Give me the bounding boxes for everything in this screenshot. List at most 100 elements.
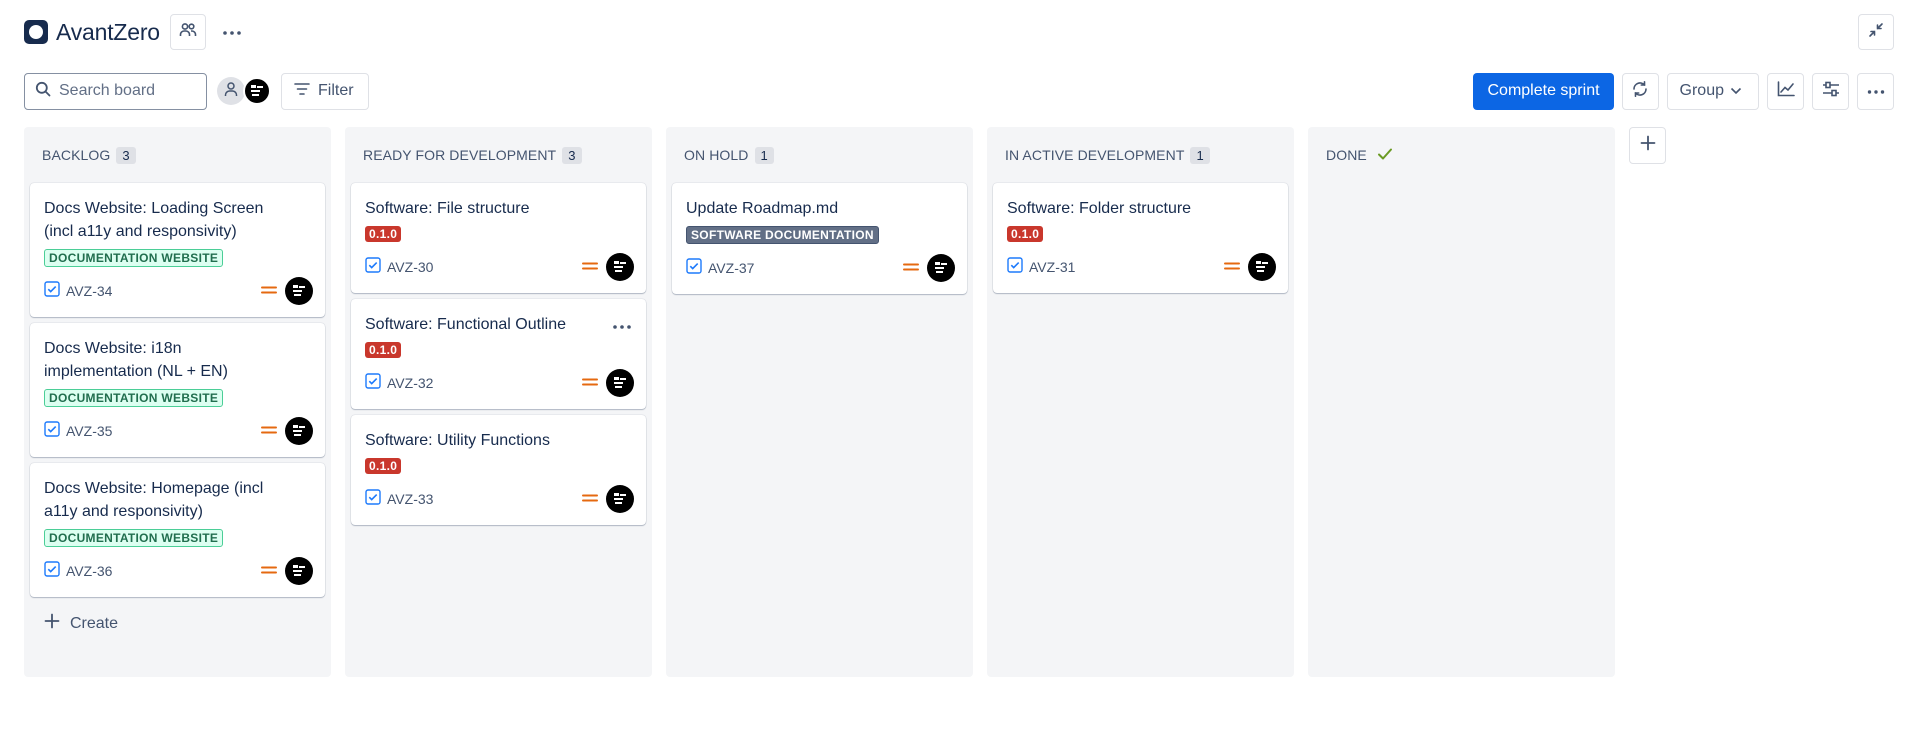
filter-label: Filter	[318, 82, 354, 99]
version-lozenge: 0.1.0	[365, 226, 402, 242]
issue-summary: Software: File structure	[365, 200, 530, 217]
issue-card[interactable]: Docs Website: i18n implementation (NL + …	[30, 323, 325, 457]
people-button[interactable]	[169, 14, 206, 50]
priority-medium-icon	[261, 422, 277, 440]
filter-button[interactable]: Filter	[281, 72, 369, 110]
filter-icon	[294, 82, 310, 101]
issue-count-badge: 1	[754, 146, 774, 164]
issue-key[interactable]: AVZ-33	[387, 491, 433, 507]
assignee-avatar[interactable]	[927, 254, 955, 282]
assignee-avatar[interactable]	[606, 253, 634, 281]
more-actions-button[interactable]	[214, 14, 250, 50]
board-toolbar: Filter Complete sprint Group	[24, 72, 1894, 110]
view-settings-button[interactable]	[1812, 72, 1849, 110]
add-column-button[interactable]	[1629, 127, 1666, 164]
issue-key[interactable]: AVZ-30	[387, 259, 433, 275]
assignee-avatar[interactable]	[1248, 253, 1276, 281]
board-more-button[interactable]	[1857, 72, 1894, 110]
issue-count-badge: 3	[116, 146, 136, 164]
column-backlog: BACKLOG 3 Docs Website: Loading Screen (…	[24, 127, 331, 677]
task-checkbox-icon	[44, 560, 60, 582]
project-name[interactable]: AvantZero	[56, 19, 160, 46]
epic-lozenge: SOFTWARE DOCUMENTATION	[686, 226, 879, 244]
issue-key[interactable]: AVZ-35	[66, 423, 112, 439]
assignee-avatar[interactable]	[606, 485, 634, 513]
assignee-avatar[interactable]	[285, 277, 313, 305]
priority-medium-icon	[1224, 258, 1240, 276]
column-header: IN ACTIVE DEVELOPMENT 1	[987, 127, 1294, 183]
column-done: DONE	[1308, 127, 1615, 677]
task-checkbox-icon	[44, 420, 60, 442]
issue-key[interactable]: AVZ-36	[66, 563, 112, 579]
issue-card[interactable]: Docs Website: Loading Screen (incl a11y …	[30, 183, 325, 317]
chart-trend-icon	[1777, 80, 1795, 102]
project-logo-icon[interactable]	[24, 20, 48, 44]
issue-key[interactable]: AVZ-32	[387, 375, 433, 391]
column-header: BACKLOG 3	[24, 127, 331, 183]
column-ready-for-development: READY FOR DEVELOPMENT 3 Software: File s…	[345, 127, 652, 677]
board: BACKLOG 3 Docs Website: Loading Screen (…	[24, 127, 1666, 677]
top-bar: AvantZero	[24, 14, 1894, 50]
column-header: DONE	[1308, 127, 1615, 183]
assignee-avatar[interactable]	[285, 557, 313, 585]
epic-lozenge: DOCUMENTATION WEBSITE	[44, 529, 224, 547]
group-dropdown[interactable]: Group	[1666, 72, 1759, 110]
issue-summary: Software: Functional Outline	[365, 316, 566, 333]
column-in-active-development: IN ACTIVE DEVELOPMENT 1 Software: Folder…	[987, 127, 1294, 677]
issue-summary: Docs Website: Homepage (incl a11y and re…	[44, 480, 264, 520]
column-title: ON HOLD	[684, 147, 749, 163]
minimize-button[interactable]	[1858, 14, 1894, 50]
issue-summary: Docs Website: i18n implementation (NL + …	[44, 340, 228, 380]
column-title: DONE	[1326, 147, 1367, 163]
search-board[interactable]	[24, 72, 207, 110]
issue-key[interactable]: AVZ-31	[1029, 259, 1075, 275]
people-icon	[179, 21, 197, 44]
minimize-icon	[1868, 22, 1884, 43]
chevron-down-icon	[1730, 82, 1742, 100]
user-avatar-filter[interactable]	[243, 77, 271, 105]
column-title: BACKLOG	[42, 147, 111, 163]
sprint-refresh-button[interactable]	[1621, 72, 1659, 110]
person-icon	[224, 81, 238, 102]
issue-card[interactable]: Docs Website: Homepage (incl a11y and re…	[30, 463, 325, 597]
issue-summary: Docs Website: Loading Screen (incl a11y …	[44, 200, 264, 240]
check-icon	[1377, 147, 1393, 164]
issue-card[interactable]: Software: File structure 0.1.0 AVZ-30	[351, 183, 646, 293]
insights-button[interactable]	[1767, 72, 1804, 110]
issue-summary: Software: Utility Functions	[365, 432, 550, 449]
task-checkbox-icon	[365, 256, 381, 278]
issue-summary: Update Roadmap.md	[686, 200, 839, 217]
issue-card[interactable]: Software: Folder structure 0.1.0 AVZ-31	[993, 183, 1288, 293]
epic-lozenge: DOCUMENTATION WEBSITE	[44, 249, 224, 267]
task-checkbox-icon	[686, 257, 702, 279]
create-issue-button[interactable]: Create	[24, 597, 331, 634]
card-more-icon[interactable]	[612, 317, 632, 335]
issue-count-badge: 1	[1190, 146, 1210, 164]
issue-summary: Software: Folder structure	[1007, 200, 1192, 217]
column-header: READY FOR DEVELOPMENT 3	[345, 127, 652, 183]
version-lozenge: 0.1.0	[365, 342, 402, 358]
unassigned-avatar-filter[interactable]	[217, 77, 245, 105]
issue-card[interactable]: Software: Utility Functions 0.1.0 AVZ-33	[351, 415, 646, 525]
priority-medium-icon	[261, 282, 277, 300]
search-icon	[35, 81, 51, 102]
group-label: Group	[1679, 82, 1724, 99]
column-header: ON HOLD 1	[666, 127, 973, 183]
refresh-icon	[1631, 80, 1649, 103]
search-input[interactable]	[59, 82, 189, 100]
issue-card[interactable]: Software: Functional Outline 0.1.0 AVZ-3…	[351, 299, 646, 409]
issue-key[interactable]: AVZ-34	[66, 283, 112, 299]
issue-card[interactable]: Update Roadmap.md SOFTWARE DOCUMENTATION…	[672, 183, 967, 294]
complete-sprint-button[interactable]: Complete sprint	[1473, 72, 1614, 110]
task-checkbox-icon	[44, 280, 60, 302]
plus-icon	[1640, 135, 1656, 156]
assignee-avatar[interactable]	[606, 369, 634, 397]
priority-medium-icon	[903, 259, 919, 277]
column-title: READY FOR DEVELOPMENT	[363, 147, 557, 163]
more-icon	[222, 23, 242, 41]
issue-count-badge: 3	[562, 146, 582, 164]
issue-key[interactable]: AVZ-37	[708, 260, 754, 276]
priority-medium-icon	[582, 258, 598, 276]
more-icon	[1867, 82, 1885, 100]
assignee-avatar[interactable]	[285, 417, 313, 445]
